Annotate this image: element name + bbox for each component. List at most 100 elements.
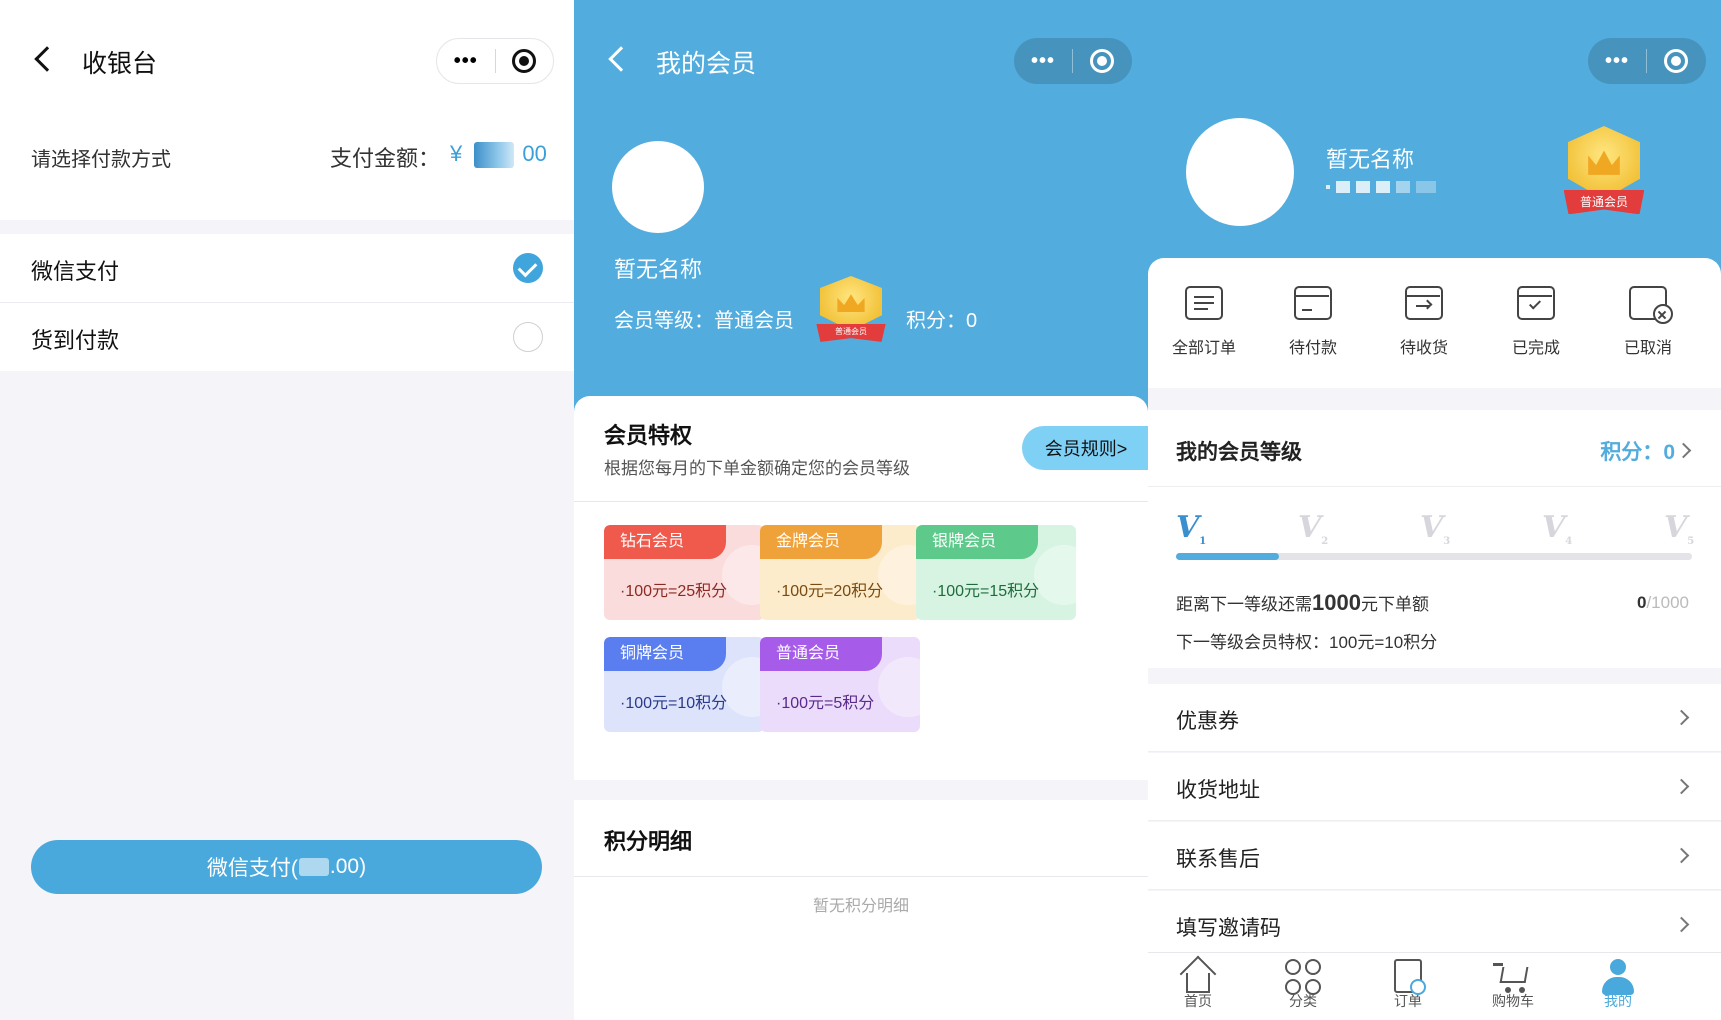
back-icon[interactable] [34, 46, 60, 72]
menu-item[interactable]: 填写邀请码 [1148, 891, 1721, 959]
back-icon[interactable] [608, 46, 634, 72]
tier-decoration [1034, 545, 1076, 605]
pay-amount-redacted [298, 858, 329, 876]
order-label: 待付款 [1288, 340, 1337, 357]
privileges-card: 会员特权 根据您每月的下单金额确定您的会员等级 会员规则> 钻石会员 ·100元=… [574, 396, 1148, 780]
pay-option-cod[interactable]: 货到付款 [0, 303, 574, 371]
divider [574, 501, 1148, 502]
level-progress-bar [1176, 553, 1692, 560]
progress-count: 0/1000 [1637, 593, 1689, 613]
menu-item-label: 联系售后 [1176, 848, 1260, 871]
level-title: 我的会员等级 [1176, 441, 1302, 464]
user-id-redacted [1326, 180, 1456, 194]
close-miniapp-icon[interactable] [1073, 49, 1131, 73]
order-unpaid[interactable]: 待付款 [1263, 286, 1363, 358]
order-unreceived[interactable]: 待收货 [1374, 286, 1474, 358]
tier-name: 金牌会员 [760, 525, 882, 559]
list-doc-icon [1185, 286, 1223, 320]
member-level-card[interactable]: 我的会员等级 积分：0 V1 V2 V3 V4 V5 距离下一等级还需1000元下单额 … [1148, 410, 1721, 668]
tier-rate: ·100元=5积分 [776, 695, 875, 712]
tier-card: 金牌会员 ·100元=20积分 [760, 525, 920, 620]
level-number: 1 [1199, 536, 1207, 547]
pay-option-label: 微信支付 [31, 259, 120, 284]
points-value: 0 [1663, 441, 1675, 464]
pay-button-prefix: 微信支付( [206, 857, 298, 880]
cart-icon [1493, 957, 1533, 997]
more-icon[interactable]: ••• [1014, 50, 1072, 73]
points-text: 积分：0 [906, 310, 978, 332]
points-detail-card: 积分明细 暂无积分明细 [574, 800, 1148, 1020]
level-letter: V [1420, 510, 1444, 545]
page-title: 我的会员 [656, 50, 757, 78]
user-name: 暂无名称 [1326, 147, 1415, 172]
order-all[interactable]: 全部订单 [1154, 286, 1254, 358]
pay-button[interactable]: 微信支付(.00) [31, 840, 542, 894]
box-arrow-icon [1405, 286, 1443, 320]
member-medal-icon: 普通会员 [816, 276, 886, 346]
tier-name: 普通会员 [760, 637, 882, 671]
box-check-icon [1517, 286, 1555, 320]
level-mark: V2 [1298, 510, 1328, 547]
tab-category[interactable]: 分类 [1253, 953, 1353, 1011]
miniapp-capsule: ••• [436, 38, 554, 84]
level-mark: V5 [1664, 510, 1694, 547]
tab-home[interactable]: 首页 [1148, 953, 1248, 1011]
chevron-right-icon [1673, 709, 1690, 726]
tier-rate: ·100元=15积分 [932, 583, 1040, 600]
checked-icon[interactable] [513, 253, 543, 283]
chevron-right-icon [1673, 847, 1690, 864]
menu-item-label: 收货地址 [1176, 779, 1260, 802]
menu-item[interactable]: 联系售后 [1148, 822, 1721, 890]
level-mark: V1 [1176, 510, 1206, 547]
level-letter: V [1542, 510, 1566, 545]
unchecked-icon[interactable] [513, 322, 543, 352]
more-icon[interactable]: ••• [1588, 50, 1646, 73]
checkout-header: 收银台 ••• 请选择付款方式 支付金额： ¥ 00 [0, 0, 574, 220]
level-mark: V4 [1542, 510, 1572, 547]
tier-card: 普通会员 ·100元=5积分 [760, 637, 920, 732]
level-number: 3 [1443, 536, 1451, 547]
privileges-subtitle: 根据您每月的下单金额确定您的会员等级 [604, 459, 910, 478]
doc-cancel-icon [1629, 286, 1673, 324]
order-cancelled[interactable]: 已取消 [1598, 286, 1698, 358]
tab-cart[interactable]: 购物车 [1463, 953, 1563, 1011]
category-icon [1283, 957, 1323, 997]
menu-item[interactable]: 收货地址 [1148, 753, 1721, 821]
chevron-right-icon [1675, 442, 1692, 459]
chevron-right-icon [1673, 778, 1690, 795]
points-empty-text: 暂无积分明细 [812, 898, 909, 915]
tab-orders[interactable]: 订单 [1358, 953, 1458, 1011]
order-completed[interactable]: 已完成 [1486, 286, 1586, 358]
tier-name: 银牌会员 [916, 525, 1038, 559]
tier-decoration [878, 545, 920, 605]
level-points[interactable]: 积分：0 [1600, 436, 1675, 466]
tier-rate: ·100元=25积分 [620, 583, 728, 600]
more-icon[interactable]: ••• [437, 50, 495, 73]
tier-card: 铜牌会员 ·100元=10积分 [604, 637, 764, 732]
menu-item[interactable]: 优惠券 [1148, 684, 1721, 752]
points-detail-title: 积分明细 [604, 829, 693, 854]
checkout-panel: 收银台 ••• 请选择付款方式 支付金额： ¥ 00 微信支付 货到付款 微信支… [0, 0, 574, 1020]
membership-panel: 我的会员 ••• 暂无名称 会员等级：普通会员 普通会员 积分：0 会员特权 根… [574, 0, 1148, 1020]
close-miniapp-icon[interactable] [1647, 49, 1705, 73]
level-letter: V [1298, 510, 1322, 545]
divider [574, 876, 1148, 877]
avatar[interactable] [1186, 118, 1294, 226]
tab-mine[interactable]: 我的 [1568, 953, 1668, 1011]
need-suffix: 元下单额 [1360, 595, 1429, 614]
miniapp-capsule: ••• [1588, 38, 1706, 84]
avatar[interactable] [612, 141, 704, 233]
pay-option-wechat[interactable]: 微信支付 [0, 234, 574, 302]
privileges-title: 会员特权 [604, 423, 693, 448]
close-miniapp-icon[interactable] [495, 49, 553, 73]
profile-panel: ••• 暂无名称 普通会员 全部订单 待付款 待收货 已完成 已取消 我的会员等… [1148, 0, 1721, 1020]
amount-currency: ¥ [450, 141, 463, 166]
points-label: 积分： [1600, 441, 1664, 464]
member-rules-button[interactable]: 会员规则> [1022, 426, 1148, 470]
level-number: 5 [1687, 536, 1695, 547]
tier-decoration [722, 657, 764, 717]
order-label: 待收货 [1399, 340, 1448, 357]
divider [1148, 486, 1721, 487]
choose-method-label: 请选择付款方式 [31, 149, 171, 171]
screenshot-stage: 收银台 ••• 请选择付款方式 支付金额： ¥ 00 微信支付 货到付款 微信支… [0, 0, 1721, 1020]
